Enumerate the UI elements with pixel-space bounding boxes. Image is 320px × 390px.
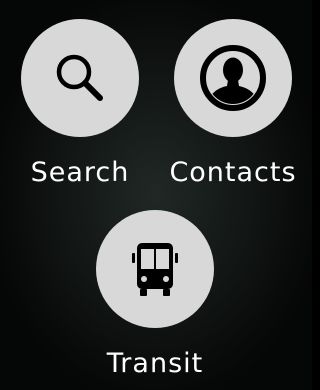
search-circle[interactable] [21, 19, 139, 137]
contacts-circle[interactable] [174, 19, 292, 137]
transit-circle[interactable] [96, 210, 214, 328]
transit-button[interactable]: Transit [96, 210, 214, 381]
contacts-button[interactable]: Contacts [169, 19, 296, 190]
search-icon [50, 48, 110, 108]
person-icon [195, 40, 271, 116]
contacts-label: Contacts [169, 157, 297, 188]
search-button[interactable]: Search [21, 19, 139, 190]
transit-label: Transit [106, 348, 204, 379]
bus-icon [130, 239, 180, 299]
search-label: Search [30, 157, 130, 188]
watch-screen: Search Contacts Transit [0, 0, 312, 390]
